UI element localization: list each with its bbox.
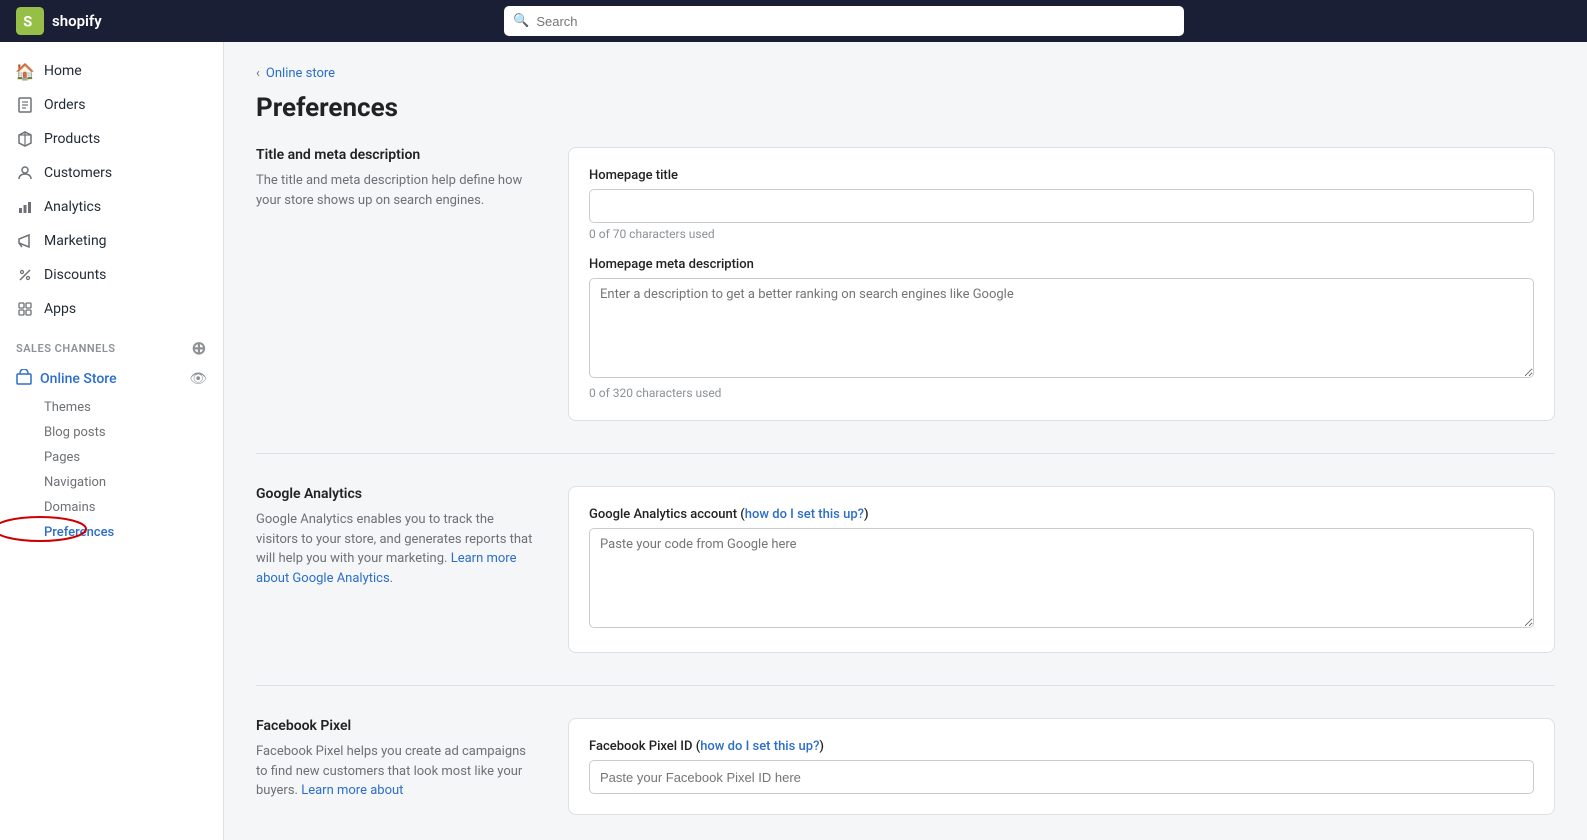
sidebar-sub-blog-posts[interactable]: Blog posts (0, 420, 223, 445)
analytics-setup-link[interactable]: how do I set this up? (745, 507, 864, 522)
facebook-section-right: Facebook Pixel ID (how do I set this up?… (568, 718, 1555, 815)
sidebar-item-discounts[interactable]: Discounts (0, 258, 223, 292)
products-icon (16, 130, 34, 148)
facebook-learn-more-link[interactable]: Learn more about (301, 783, 403, 798)
main-content-wrapper: ‹ Online store Preferences Title and met… (224, 42, 1587, 840)
customers-icon (16, 164, 34, 182)
discounts-icon (16, 266, 34, 284)
search-icon: 🔍 (513, 14, 529, 29)
eye-icon[interactable]: 👁 (189, 371, 207, 387)
sidebar-sub-navigation[interactable]: Navigation (0, 470, 223, 495)
facebook-section-left: Facebook Pixel Facebook Pixel helps you … (256, 718, 536, 815)
homepage-title-char-count: 0 of 70 characters used (589, 227, 1534, 241)
sidebar-item-marketing[interactable]: Marketing (0, 224, 223, 258)
marketing-icon (16, 232, 34, 250)
facebook-pixel-label: Facebook Pixel ID (how do I set this up?… (589, 739, 1534, 754)
sidebar-item-orders[interactable]: Orders (0, 88, 223, 122)
sidebar-sub-domains[interactable]: Domains (0, 495, 223, 520)
logo-text: shopify (52, 12, 102, 30)
homepage-meta-label: Homepage meta description (589, 257, 1534, 272)
homepage-title-input[interactable] (589, 189, 1534, 223)
page-title: Preferences (256, 93, 1555, 123)
svg-text:S: S (23, 13, 32, 31)
analytics-account-label: Google Analytics account (how do I set t… (589, 507, 1534, 522)
homepage-meta-group: Homepage meta description 0 of 320 chara… (589, 257, 1534, 400)
main-content: ‹ Online store Preferences Title and met… (224, 42, 1587, 840)
sales-channels-label: Sales Channels ⊕ (0, 326, 223, 363)
analytics-section-left: Google Analytics Google Analytics enable… (256, 486, 536, 653)
analytics-section-title: Google Analytics (256, 486, 536, 502)
shopify-logo: S shopify (16, 7, 102, 35)
sidebar-item-online-store[interactable]: Online Store 👁 (0, 363, 223, 395)
top-navigation: S shopify 🔍 (0, 0, 1587, 42)
analytics-section-description: Google Analytics enables you to track th… (256, 510, 536, 588)
facebook-pixel-input[interactable] (589, 760, 1534, 794)
breadcrumb-link[interactable]: Online store (266, 66, 335, 81)
sidebar-item-home[interactable]: 🏠 Home (0, 54, 223, 88)
analytics-account-textarea[interactable] (589, 528, 1534, 628)
meta-section-title: Title and meta description (256, 147, 536, 163)
homepage-title-group: Homepage title 0 of 70 characters used (589, 168, 1534, 241)
facebook-section-title: Facebook Pixel (256, 718, 536, 734)
facebook-section: Facebook Pixel Facebook Pixel helps you … (256, 718, 1555, 840)
sidebar-item-customers[interactable]: Customers (0, 156, 223, 190)
online-store-icon (16, 369, 32, 389)
analytics-section-right: Google Analytics account (how do I set t… (568, 486, 1555, 653)
breadcrumb: ‹ Online store (256, 66, 1555, 81)
search-input[interactable] (504, 6, 1184, 36)
facebook-section-description: Facebook Pixel helps you create ad campa… (256, 742, 536, 801)
search-bar: 🔍 (504, 6, 1184, 36)
analytics-icon (16, 198, 34, 216)
add-sales-channel-icon[interactable]: ⊕ (191, 338, 207, 359)
breadcrumb-chevron: ‹ (256, 66, 260, 81)
meta-section-right: Homepage title 0 of 70 characters used H… (568, 147, 1555, 421)
home-icon: 🏠 (16, 62, 34, 80)
sidebar-item-apps[interactable]: Apps (0, 292, 223, 326)
orders-icon (16, 96, 34, 114)
sidebar-sub-themes[interactable]: Themes (0, 395, 223, 420)
meta-section: Title and meta description The title and… (256, 147, 1555, 454)
sidebar-sub-preferences[interactable]: Preferences (0, 520, 223, 545)
analytics-account-group: Google Analytics account (how do I set t… (589, 507, 1534, 632)
sidebar: 🏠 Home Orders Products Customers Anal (0, 42, 224, 840)
sidebar-item-products[interactable]: Products (0, 122, 223, 156)
homepage-meta-textarea[interactable] (589, 278, 1534, 378)
shopify-logo-icon: S (16, 7, 44, 35)
sidebar-item-analytics[interactable]: Analytics (0, 190, 223, 224)
sidebar-sub-pages[interactable]: Pages (0, 445, 223, 470)
homepage-title-label: Homepage title (589, 168, 1534, 183)
meta-section-description: The title and meta description help defi… (256, 171, 536, 210)
meta-section-left: Title and meta description The title and… (256, 147, 536, 421)
facebook-pixel-group: Facebook Pixel ID (how do I set this up?… (589, 739, 1534, 794)
apps-icon (16, 300, 34, 318)
facebook-setup-link[interactable]: how do I set this up? (700, 739, 819, 754)
analytics-section: Google Analytics Google Analytics enable… (256, 486, 1555, 686)
homepage-meta-char-count: 0 of 320 characters used (589, 386, 1534, 400)
